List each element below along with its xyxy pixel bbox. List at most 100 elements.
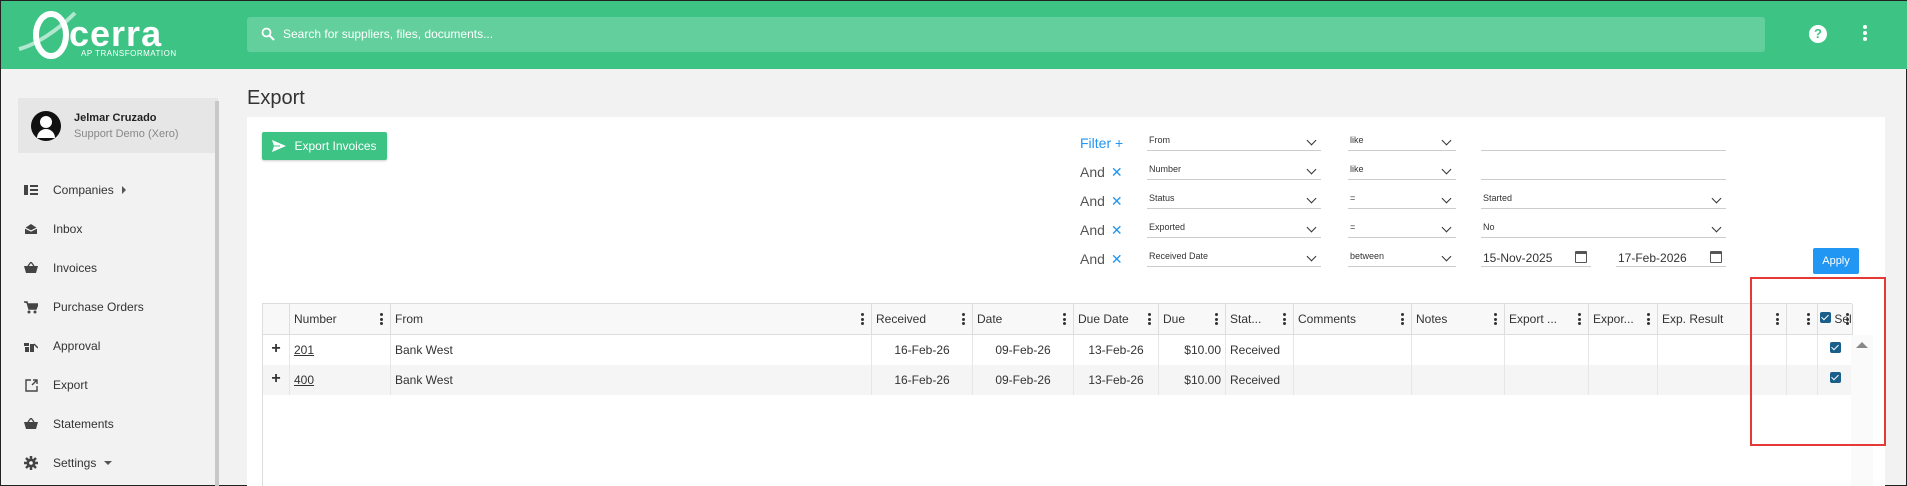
cell-status: Received	[1226, 365, 1294, 395]
remove-filter-icon[interactable]: ✕	[1111, 222, 1123, 238]
filter-row-and: And ✕	[1080, 164, 1123, 180]
column-menu-icon[interactable]	[1401, 313, 1405, 327]
column-menu-icon[interactable]	[1063, 313, 1067, 327]
invoice-number-link[interactable]: 201	[290, 335, 391, 365]
export-icon	[23, 377, 39, 393]
cell-received: 16-Feb-26	[872, 365, 973, 395]
filter-field-select[interactable]: Received Date	[1147, 247, 1321, 267]
column-menu-icon[interactable]	[1283, 313, 1287, 327]
filter-value-select[interactable]: No	[1481, 218, 1726, 238]
column-header-due[interactable]: Due	[1159, 304, 1226, 335]
cell-comments	[1294, 365, 1412, 395]
filter-operator-select[interactable]: like	[1348, 160, 1456, 180]
column-header-notes[interactable]: Notes	[1412, 304, 1505, 335]
expand-row-icon[interactable]: +	[263, 365, 290, 395]
plus-icon: +	[1115, 135, 1124, 151]
logo-mark-icon	[18, 11, 77, 59]
column-header-comments[interactable]: Comments	[1294, 304, 1412, 335]
sidebar-scrollbar[interactable]	[215, 101, 219, 486]
filter-field-select[interactable]: From	[1147, 131, 1321, 151]
inbox-icon	[23, 221, 39, 237]
column-header-from[interactable]: From	[391, 304, 872, 335]
user-name: Jelmar Cruzado	[74, 112, 157, 124]
approval-icon	[23, 338, 39, 354]
filter-operator-select[interactable]: between	[1348, 247, 1456, 267]
cell-exported	[1589, 365, 1658, 395]
highlight-box	[1750, 277, 1886, 446]
help-icon[interactable]: ?	[1809, 25, 1827, 43]
sidebar-item-purchase-orders[interactable]: Purchase Orders	[23, 295, 203, 319]
column-menu-icon[interactable]	[1215, 313, 1219, 327]
sidebar-item-statements[interactable]: Statements	[23, 412, 203, 436]
table-row[interactable]: + 201 Bank West 16-Feb-26 09-Feb-26 13-F…	[263, 335, 1853, 365]
export-invoices-button[interactable]: Export Invoices	[262, 132, 387, 160]
search-icon	[261, 27, 275, 41]
cell-notes	[1412, 365, 1505, 395]
date-from-input[interactable]: 15-Nov-2025	[1481, 247, 1591, 267]
filter-field-select[interactable]: Status	[1147, 189, 1321, 209]
column-header-number[interactable]: Number	[290, 304, 391, 335]
cell-export-date	[1505, 365, 1589, 395]
sidebar-item-invoices[interactable]: Invoices	[23, 256, 203, 280]
filter-operator-select[interactable]: =	[1348, 218, 1456, 238]
column-menu-icon[interactable]	[1148, 313, 1152, 327]
filter-value-select[interactable]: Started	[1481, 189, 1726, 209]
column-menu-icon[interactable]	[1578, 313, 1582, 327]
column-header-date[interactable]: Date	[973, 304, 1074, 335]
avatar-icon	[31, 111, 61, 141]
column-header-due-date[interactable]: Due Date	[1074, 304, 1159, 335]
sidebar: Jelmar Cruzado Support Demo (Xero) Compa…	[1, 96, 221, 486]
filter-field-select[interactable]: Exported	[1147, 218, 1321, 238]
sidebar-item-label: Inbox	[53, 222, 83, 236]
invoice-number-link[interactable]: 400	[290, 365, 391, 395]
expand-column-header	[263, 304, 290, 335]
user-card[interactable]: Jelmar Cruzado Support Demo (Xero)	[18, 98, 218, 153]
filter-add-button[interactable]: Filter +	[1080, 135, 1123, 151]
cerra-logo[interactable]: cerra AP TRANSFORMATION	[17, 9, 187, 59]
column-menu-icon[interactable]	[1647, 313, 1651, 327]
search-bar[interactable]: Search for suppliers, files, documents..…	[247, 17, 1765, 52]
caret-right-icon	[121, 186, 126, 194]
companies-icon	[23, 182, 39, 198]
column-menu-icon[interactable]	[962, 313, 966, 327]
calendar-icon[interactable]	[1575, 251, 1587, 263]
table-row[interactable]: + 400 Bank West 16-Feb-26 09-Feb-26 13-F…	[263, 365, 1853, 395]
sidebar-item-companies[interactable]: Companies	[23, 178, 203, 202]
sidebar-item-settings[interactable]: Settings	[23, 451, 203, 475]
chevron-down-icon	[1711, 222, 1722, 233]
column-menu-icon[interactable]	[861, 313, 865, 327]
more-menu-icon[interactable]	[1861, 23, 1869, 45]
column-header-received[interactable]: Received	[872, 304, 973, 335]
sidebar-item-approval[interactable]: Approval	[23, 334, 203, 358]
chevron-down-icon	[1306, 135, 1317, 146]
remove-filter-icon[interactable]: ✕	[1111, 251, 1123, 267]
sidebar-item-export[interactable]: Export	[23, 373, 203, 397]
sidebar-item-label: Settings	[53, 456, 97, 470]
filter-operator-select[interactable]: like	[1348, 131, 1456, 151]
filter-row-and: And ✕	[1080, 222, 1123, 238]
date-to-input[interactable]: 17-Feb-2026	[1616, 247, 1726, 267]
cell-from: Bank West	[391, 335, 872, 365]
column-menu-icon[interactable]	[380, 313, 384, 327]
chevron-down-icon	[1306, 222, 1317, 233]
cell-status: Received	[1226, 335, 1294, 365]
calendar-icon[interactable]	[1710, 251, 1722, 263]
column-menu-icon[interactable]	[1494, 313, 1498, 327]
filter-operator-select[interactable]: =	[1348, 189, 1456, 209]
sidebar-item-label: Purchase Orders	[53, 300, 144, 314]
expand-row-icon[interactable]: +	[263, 335, 290, 365]
filter-value-input[interactable]	[1481, 160, 1726, 180]
column-header-export-date[interactable]: Export ...	[1505, 304, 1589, 335]
remove-filter-icon[interactable]: ✕	[1111, 164, 1123, 180]
chevron-down-icon	[1306, 193, 1317, 204]
chevron-down-icon	[1441, 164, 1452, 175]
apply-button[interactable]: Apply	[1813, 248, 1859, 274]
user-org: Support Demo (Xero)	[74, 128, 179, 140]
column-header-status[interactable]: Stat...	[1226, 304, 1294, 335]
chevron-down-icon	[1306, 251, 1317, 262]
column-header-exported[interactable]: Expor...	[1589, 304, 1658, 335]
remove-filter-icon[interactable]: ✕	[1111, 193, 1123, 209]
filter-field-select[interactable]: Number	[1147, 160, 1321, 180]
sidebar-item-inbox[interactable]: Inbox	[23, 217, 203, 241]
filter-value-input[interactable]	[1481, 131, 1726, 151]
